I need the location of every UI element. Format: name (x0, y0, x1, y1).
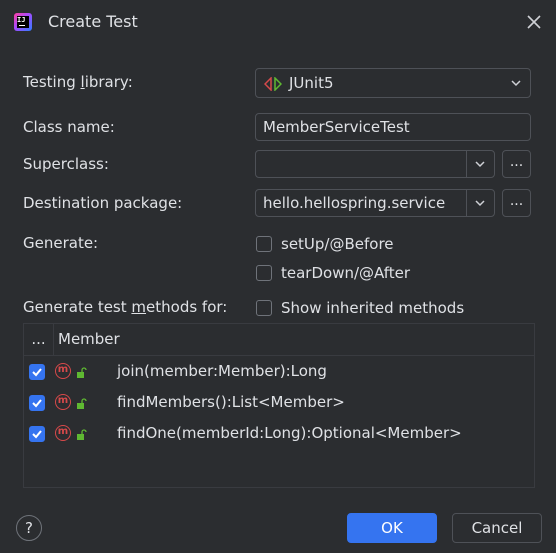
class-name-label: Class name: (23, 118, 115, 136)
show-inherited-label[interactable]: Show inherited methods (281, 299, 464, 317)
lock-icon (77, 367, 87, 378)
row-method-signature: join(member:Member):Long (117, 362, 327, 380)
method-icon: m (55, 425, 71, 441)
cancel-button[interactable]: Cancel (452, 513, 542, 543)
chevron-down-icon (511, 80, 521, 87)
intellij-app-icon: IJ (14, 13, 32, 31)
table-header: ... Member (24, 324, 534, 356)
table-header-member[interactable]: Member (58, 324, 120, 355)
testing-library-label: Testing library: (23, 73, 133, 91)
destination-package-combo[interactable]: hello.hellospring.service (255, 189, 495, 217)
methods-for-label: Generate test methods for: (23, 298, 228, 316)
help-icon[interactable]: ? (16, 515, 42, 541)
destination-package-browse-button[interactable]: ... (502, 189, 531, 217)
show-inherited-checkbox[interactable] (256, 300, 272, 316)
table-row[interactable]: m findMembers():List<Member> (24, 387, 534, 418)
generate-label: Generate: (23, 234, 99, 252)
setup-label[interactable]: setUp/@Before (281, 235, 394, 253)
chevron-down-icon[interactable] (473, 157, 487, 171)
table-row[interactable]: m join(member:Member):Long (24, 356, 534, 387)
teardown-label[interactable]: tearDown/@After (281, 264, 410, 282)
junit-icon (264, 77, 282, 91)
method-icon: m (55, 363, 71, 379)
chevron-down-icon[interactable] (473, 196, 487, 210)
testing-library-value: JUnit5 (289, 74, 334, 92)
destination-package-value: hello.hellospring.service (263, 194, 446, 212)
teardown-checkbox[interactable] (256, 265, 272, 281)
row-checkbox[interactable] (29, 426, 45, 442)
superclass-label: Superclass: (23, 155, 109, 173)
row-checkbox[interactable] (29, 395, 45, 411)
method-icon: m (55, 394, 71, 410)
lock-icon (77, 398, 87, 409)
lock-icon (77, 429, 87, 440)
title-bar: IJ Create Test (0, 0, 556, 46)
setup-checkbox[interactable] (256, 236, 272, 252)
superclass-browse-button[interactable]: ... (502, 150, 531, 178)
dialog-title: Create Test (48, 12, 138, 31)
row-method-signature: findOne(memberId:Long):Optional<Member> (117, 424, 462, 442)
ok-button[interactable]: OK (347, 513, 437, 543)
row-checkbox[interactable] (29, 364, 45, 380)
class-name-input[interactable]: MemberServiceTest (255, 113, 531, 141)
members-table: ... Member m join(member:Member):Long m … (23, 323, 535, 488)
close-icon[interactable] (522, 10, 546, 34)
table-row[interactable]: m findOne(memberId:Long):Optional<Member… (24, 418, 534, 449)
testing-library-select[interactable]: JUnit5 (255, 68, 531, 98)
superclass-combo[interactable] (255, 150, 495, 178)
table-header-select-column[interactable]: ... (24, 324, 54, 355)
row-method-signature: findMembers():List<Member> (117, 393, 345, 411)
destination-package-label: Destination package: (23, 194, 183, 212)
